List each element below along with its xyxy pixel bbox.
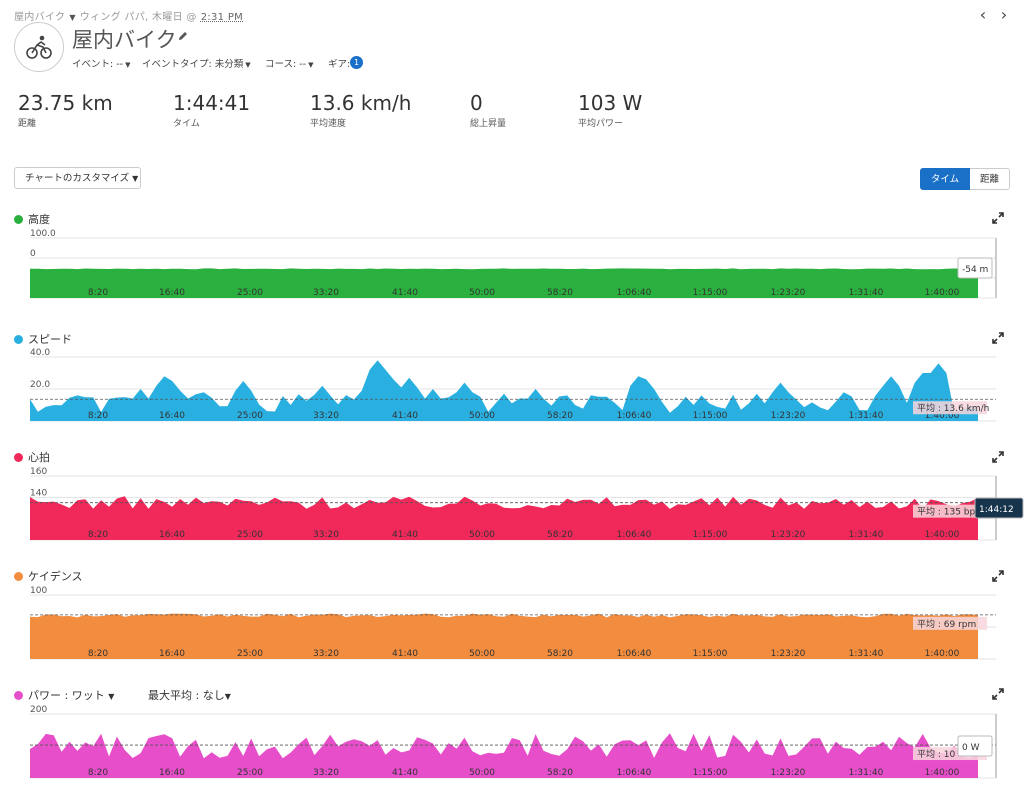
x-tick-label: 16:40 <box>159 288 185 298</box>
cursor-tooltip: -54 m <box>962 265 988 275</box>
y-tick-label: 0 <box>30 249 36 259</box>
x-tick-label: 41:40 <box>392 288 418 298</box>
average-label: 平均 : 10 <box>917 748 955 760</box>
x-tick-label: 1:15:00 <box>693 530 728 540</box>
x-tick-label: 1:23:20 <box>771 411 806 421</box>
x-tick-label: 1:06:40 <box>617 288 652 298</box>
x-tick-label: 33:20 <box>313 411 339 421</box>
y-tick-label: 100 <box>30 586 47 596</box>
average-label: 平均 : 135 bpm <box>917 506 984 518</box>
x-tick-label: 1:31:40 <box>849 649 884 659</box>
x-tick-label: 50:00 <box>469 649 495 659</box>
x-tick-label: 16:40 <box>159 530 185 540</box>
x-tick-label: 1:15:00 <box>693 649 728 659</box>
x-tick-label: 25:00 <box>237 288 263 298</box>
x-tick-label: 1:23:20 <box>771 288 806 298</box>
average-label: 平均 : 69 rpm <box>917 618 976 630</box>
x-tick-label: 1:31:40 <box>849 530 884 540</box>
x-tick-label: 1:15:00 <box>693 768 728 778</box>
x-tick-label: 16:40 <box>159 411 185 421</box>
y-tick-label: 140 <box>30 488 47 498</box>
average-label: 平均 : 13.6 km/h <box>917 402 989 414</box>
x-tick-label: 41:40 <box>392 649 418 659</box>
y-tick-label: 100.0 <box>30 229 56 239</box>
y-tick-label: 200 <box>30 705 47 715</box>
x-tick-label: 58:20 <box>547 530 573 540</box>
x-tick-label: 50:00 <box>469 530 495 540</box>
x-tick-label: 8:20 <box>88 649 108 659</box>
x-tick-label: 1:23:20 <box>771 649 806 659</box>
x-tick-label: 8:20 <box>88 530 108 540</box>
x-tick-label: 33:20 <box>313 649 339 659</box>
x-tick-label: 1:31:40 <box>849 288 884 298</box>
x-tick-label: 33:20 <box>313 768 339 778</box>
x-tick-label: 33:20 <box>313 530 339 540</box>
charts-area[interactable]: 100.00-100.0-200.08:2016:4025:0033:2041:… <box>0 0 1024 790</box>
x-tick-label: 1:40:00 <box>925 768 960 778</box>
x-tick-label: 58:20 <box>547 288 573 298</box>
x-tick-label: 1:23:20 <box>771 530 806 540</box>
x-tick-label: 41:40 <box>392 411 418 421</box>
x-tick-label: 1:06:40 <box>617 649 652 659</box>
y-tick-label: 40.0 <box>30 348 50 358</box>
x-tick-label: 1:15:00 <box>693 411 728 421</box>
x-tick-label: 25:00 <box>237 411 263 421</box>
y-tick-label: 160 <box>30 467 47 477</box>
x-tick-label: 1:40:00 <box>925 288 960 298</box>
x-tick-label: 1:31:40 <box>849 411 884 421</box>
x-tick-label: 8:20 <box>88 288 108 298</box>
x-tick-label: 8:20 <box>88 768 108 778</box>
x-tick-label: 16:40 <box>159 649 185 659</box>
x-tick-label: 58:20 <box>547 768 573 778</box>
x-tick-label: 16:40 <box>159 768 185 778</box>
x-tick-label: 58:20 <box>547 411 573 421</box>
x-tick-label: 33:20 <box>313 288 339 298</box>
x-tick-label: 25:00 <box>237 768 263 778</box>
x-tick-label: 1:40:00 <box>925 530 960 540</box>
x-tick-label: 1:06:40 <box>617 768 652 778</box>
x-tick-label: 50:00 <box>469 288 495 298</box>
x-tick-label: 1:06:40 <box>617 530 652 540</box>
x-tick-label: 58:20 <box>547 649 573 659</box>
x-tick-label: 50:00 <box>469 768 495 778</box>
x-tick-label: 50:00 <box>469 411 495 421</box>
cursor-tooltip: 1:44:12 <box>979 505 1014 515</box>
x-tick-label: 1:31:40 <box>849 768 884 778</box>
cursor-tooltip: 0 W <box>962 743 980 753</box>
x-tick-label: 25:00 <box>237 649 263 659</box>
x-tick-label: 1:06:40 <box>617 411 652 421</box>
x-tick-label: 1:23:20 <box>771 768 806 778</box>
x-tick-label: 8:20 <box>88 411 108 421</box>
x-tick-label: 25:00 <box>237 530 263 540</box>
x-tick-label: 41:40 <box>392 530 418 540</box>
x-tick-label: 1:15:00 <box>693 288 728 298</box>
x-tick-label: 1:40:00 <box>925 649 960 659</box>
x-tick-label: 41:40 <box>392 768 418 778</box>
y-tick-label: 20.0 <box>30 380 50 390</box>
